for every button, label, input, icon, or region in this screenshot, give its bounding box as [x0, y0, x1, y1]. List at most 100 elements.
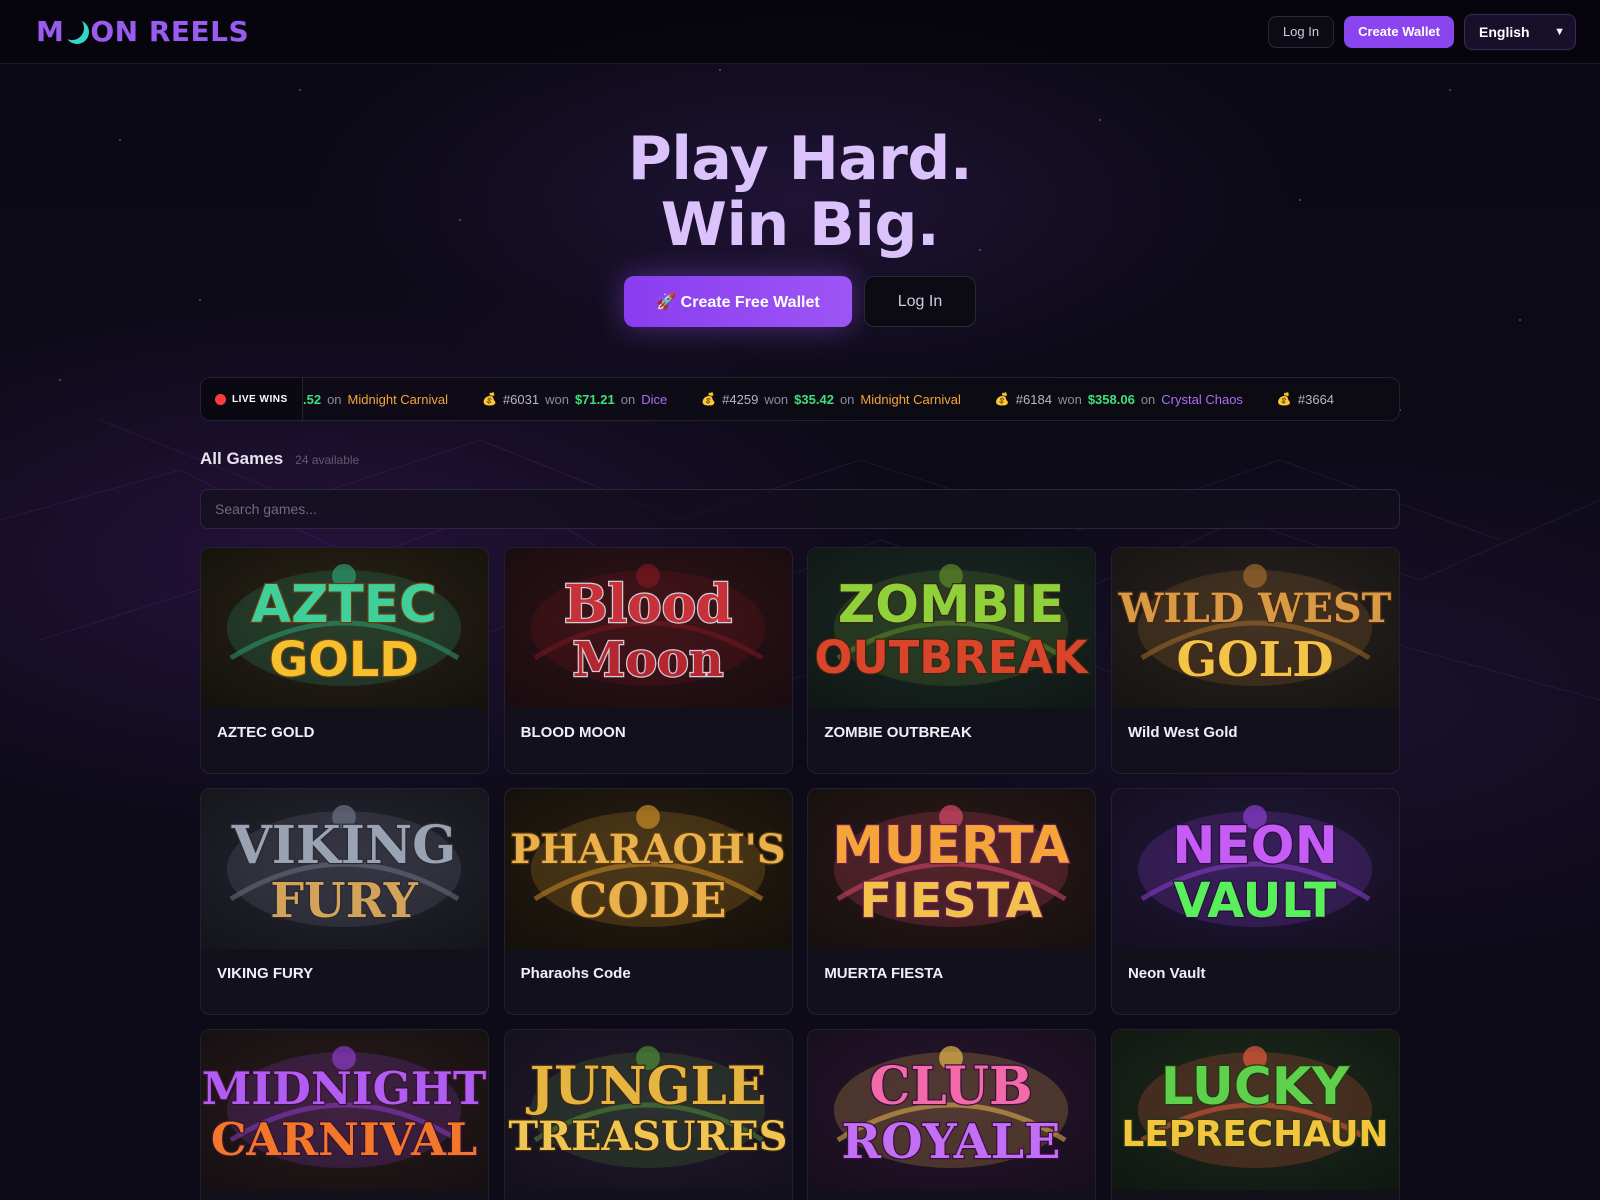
svg-text:LUCKY: LUCKY	[1161, 1057, 1351, 1117]
svg-text:VIKING: VIKING	[231, 815, 457, 876]
win-user: #4259	[722, 391, 759, 407]
games-count: 24 available	[295, 453, 360, 467]
svg-text:AZTEC: AZTEC	[251, 575, 437, 635]
money-bag-icon: 💰	[701, 392, 717, 406]
game-card[interactable]: CLUB ROYALE	[807, 1029, 1097, 1200]
money-bag-icon: 💰	[994, 392, 1010, 406]
game-thumbnail[interactable]: VIKING FURY	[201, 789, 488, 949]
game-thumbnail[interactable]: AZTEC GOLD	[201, 548, 488, 708]
create-free-wallet-button[interactable]: 🚀 Create Free Wallet	[624, 276, 852, 327]
live-wins-label: LIVE WINS	[201, 378, 303, 420]
game-card[interactable]: VIKING FURY VIKING FURY	[200, 788, 489, 1015]
svg-text:ROYALE: ROYALE	[842, 1114, 1061, 1170]
win-entry: 💰 #4259 won $35.42 on Midnight Carnival	[701, 392, 961, 407]
games-grid: AZTEC GOLD AZTEC GOLD Blood Moon BLOOD M…	[200, 547, 1400, 1200]
live-wins-ticker: LIVE WINS .52 on Midnight Carnival 💰 #6031 wo…	[200, 377, 1400, 421]
svg-text:CODE: CODE	[569, 873, 726, 929]
game-thumbnail[interactable]: Blood Moon	[504, 548, 792, 708]
svg-text:GOLD: GOLD	[1176, 632, 1333, 688]
language-select[interactable]: English ▼	[1464, 13, 1576, 50]
win-game: Crystal Chaos	[1161, 391, 1243, 407]
svg-text:ZOMBIE: ZOMBIE	[838, 575, 1065, 635]
game-card[interactable]: ZOMBIE OUTBREAK ZOMBIE OUTBREAK	[807, 547, 1097, 774]
game-title	[808, 1190, 1095, 1200]
win-won-word: won	[1057, 391, 1082, 407]
win-user: #6184	[1015, 391, 1052, 407]
hero-section: Play Hard. Win Big. 🚀 Create Free Wallet…	[0, 64, 1600, 327]
header-create-wallet-button[interactable]: Create Wallet	[1344, 15, 1454, 48]
game-title	[505, 1190, 792, 1200]
ticker-track: .52 on Midnight Carnival 💰 #6031 won $71.21 on D…	[303, 392, 1368, 407]
game-card[interactable]: JUNGLE TREASURES	[503, 1029, 793, 1200]
game-title	[1112, 1190, 1399, 1200]
win-entry: .52 on Midnight Carnival	[303, 392, 448, 407]
game-title	[201, 1190, 488, 1200]
game-card[interactable]: MUERTA FIESTA MUERTA FIESTA	[807, 788, 1097, 1015]
game-thumbnail[interactable]: ZOMBIE OUTBREAK	[808, 548, 1096, 708]
svg-text:NEON: NEON	[1172, 816, 1338, 876]
win-amount: $35.42	[794, 391, 834, 407]
game-title: VIKING FURY	[217, 965, 314, 982]
moon-crescent-icon	[62, 16, 93, 47]
win-game: Midnight Carnival	[860, 391, 961, 407]
top-header: M ON REELS Log In Create Wallet English …	[0, 0, 1600, 64]
games-section: All Games 24 available Search games... A…	[200, 449, 1400, 1200]
game-thumbnail[interactable]: CLUB ROYALE	[808, 1030, 1096, 1190]
svg-text:OUTBREAK: OUTBREAK	[815, 631, 1090, 684]
game-card[interactable]: MIDNIGHT CARNIVAL	[200, 1029, 489, 1200]
svg-text:GOLD: GOLD	[269, 633, 419, 688]
game-card[interactable]: WILD WEST GOLD Wild West Gold	[1110, 547, 1400, 774]
game-title: MUERTA FIESTA	[824, 965, 944, 982]
win-user: #6031	[502, 391, 540, 407]
svg-text:FURY: FURY	[270, 873, 418, 929]
game-thumbnail[interactable]: MUERTA FIESTA	[808, 789, 1096, 949]
svg-text:PHARAOH'S: PHARAOH'S	[510, 827, 785, 873]
game-thumbnail[interactable]: LUCKY LEPRECHAUN	[1111, 1030, 1399, 1190]
win-game: Midnight Carnival	[347, 391, 448, 407]
hero-title-line1: Play Hard.	[627, 124, 973, 194]
win-entry: 💰 #3664	[1277, 392, 1334, 407]
svg-text:Moon: Moon	[572, 632, 723, 688]
game-thumbnail[interactable]: WILD WEST GOLD	[1111, 548, 1399, 708]
game-card[interactable]: LUCKY LEPRECHAUN	[1110, 1029, 1400, 1200]
moon-reels-logo[interactable]: M ON REELS	[36, 15, 249, 48]
hero-login-button[interactable]: Log In	[864, 276, 976, 327]
svg-text:VAULT: VAULT	[1174, 874, 1337, 929]
game-title: AZTEC GOLD	[217, 724, 315, 741]
game-title: Pharaohs Code	[520, 965, 631, 982]
live-dot-icon	[215, 393, 226, 405]
logo-text-left: M	[36, 15, 65, 48]
svg-text:MIDNIGHT: MIDNIGHT	[202, 1062, 486, 1115]
win-on-word: on	[839, 391, 855, 407]
win-on-word: on	[327, 391, 342, 407]
game-thumbnail[interactable]: PHARAOH'S CODE	[504, 789, 792, 949]
game-card[interactable]: AZTEC GOLD AZTEC GOLD	[200, 547, 489, 774]
game-thumbnail[interactable]: NEON VAULT	[1111, 789, 1399, 949]
svg-text:JUNGLE: JUNGLE	[525, 1056, 765, 1117]
live-wins-text: LIVE WINS	[232, 393, 288, 405]
win-on-word: on	[1140, 391, 1156, 407]
money-bag-icon: 💰	[1276, 392, 1292, 406]
win-amount: .52	[303, 391, 322, 407]
win-won-word: won	[764, 391, 789, 407]
game-title: ZOMBIE OUTBREAK	[824, 724, 972, 741]
search-input[interactable]: Search games...	[200, 489, 1400, 529]
game-thumbnail[interactable]: JUNGLE TREASURES	[504, 1030, 792, 1190]
game-title: Neon Vault	[1127, 965, 1206, 982]
svg-text:MUERTA: MUERTA	[833, 816, 1070, 876]
svg-text:Blood: Blood	[564, 574, 732, 635]
hero-title-line2: Win Big.	[660, 190, 940, 260]
game-card[interactable]: Blood Moon BLOOD MOON	[503, 547, 793, 774]
win-entry: 💰 #6031 won $71.21 on Dice	[482, 392, 667, 407]
game-card[interactable]: PHARAOH'S CODE Pharaohs Code	[503, 788, 793, 1015]
win-amount: $358.06	[1087, 391, 1135, 407]
game-title: BLOOD MOON	[520, 724, 626, 741]
game-card[interactable]: NEON VAULT Neon Vault	[1110, 788, 1400, 1015]
win-amount: $71.21	[574, 391, 615, 407]
svg-text:TREASURES: TREASURES	[508, 1114, 787, 1160]
svg-text:LEPRECHAUN: LEPRECHAUN	[1122, 1114, 1389, 1155]
win-entry: 💰 #6184 won $358.06 on Crystal Chaos	[995, 392, 1243, 407]
header-login-button[interactable]: Log In	[1267, 15, 1335, 48]
svg-text:WILD WEST: WILD WEST	[1118, 586, 1392, 632]
game-thumbnail[interactable]: MIDNIGHT CARNIVAL	[201, 1030, 488, 1190]
